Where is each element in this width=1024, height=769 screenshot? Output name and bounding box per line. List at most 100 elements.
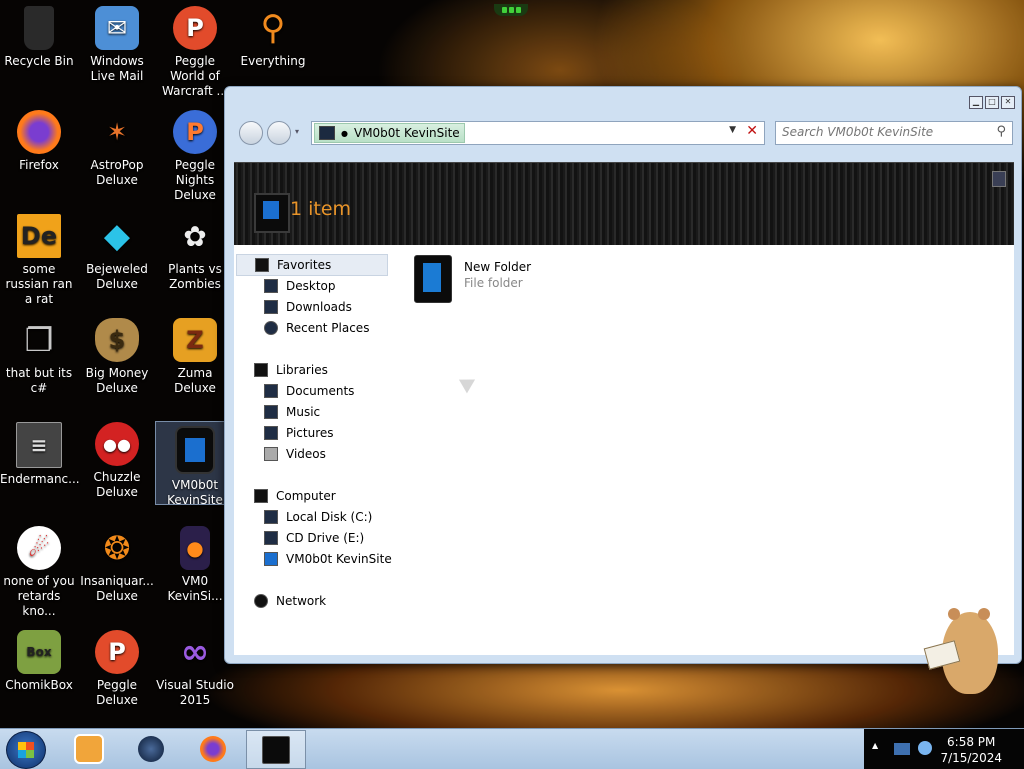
desktop-icon-big-money[interactable]: $ Big Money Deluxe <box>78 318 156 396</box>
nav-item-music[interactable]: Music <box>264 402 320 422</box>
desktop-icon-bejeweled[interactable]: ◆ Bejeweled Deluxe <box>78 214 156 292</box>
desktop-icon-peggle-wow[interactable]: P Peggle World of Warcraft ... <box>156 6 234 99</box>
breadcrumb-separator-icon: ● <box>341 128 348 138</box>
desktop-icon-peggle-deluxe[interactable]: P Peggle Deluxe <box>78 630 156 708</box>
desktop-icon-everything[interactable]: ⚲ Everything <box>234 6 312 69</box>
money-bag-icon: $ <box>95 318 139 362</box>
zuma-icon: Z <box>173 318 217 362</box>
libraries-icon <box>254 363 268 377</box>
address-dropdown-icon[interactable]: ▼ <box>729 125 736 135</box>
clock-date: 7/15/2024 <box>940 751 1002 765</box>
desktop-icon-label: Endermanc... <box>0 472 80 486</box>
desktop-icon-label: Plants vs Zombies <box>168 262 222 291</box>
breadcrumb-location: VM0b0t KevinSite <box>353 126 460 140</box>
nav-label: VM0b0t KevinSite <box>286 552 392 566</box>
close-button[interactable]: ✕ <box>1001 96 1015 109</box>
desktop-icon-label: Peggle World of Warcraft ... <box>162 54 228 98</box>
explorer-icon <box>262 735 290 764</box>
firefox-icon <box>17 110 61 154</box>
fish-icon: ❂ <box>103 528 131 567</box>
stop-icon[interactable]: ✕ <box>746 123 758 139</box>
nav-item-pictures[interactable]: Pictures <box>264 423 334 443</box>
show-hidden-icons-icon[interactable]: ▲ <box>872 741 878 750</box>
taskbar: ▲ 6:58 PM 7/15/2024 <box>0 728 1024 769</box>
desktop-icon-none-of-you[interactable]: ☄ none of you retards kno... <box>0 526 78 619</box>
desktop-icon-label: VM0b0t KevinSite <box>167 478 223 507</box>
taskbar-explorer[interactable] <box>246 730 306 769</box>
navigation-pane: Favorites Desktop Downloads Recent Place… <box>234 245 394 655</box>
start-button[interactable] <box>6 731 46 769</box>
desktop-icon-pvz[interactable]: ✿ Plants vs Zombies <box>156 214 234 292</box>
back-button[interactable] <box>239 121 263 145</box>
plant-icon: ✿ <box>183 219 207 253</box>
tablet-icon <box>319 126 335 140</box>
copy-icon: ❐ <box>24 320 54 359</box>
minimize-button[interactable]: ▁ <box>969 96 983 109</box>
desktop-icon-visual-studio[interactable]: ∞ Visual Studio 2015 <box>156 630 234 708</box>
nav-item-vm0b0t-kevinsite[interactable]: VM0b0t KevinSite <box>264 549 392 569</box>
nav-network[interactable]: Network <box>254 591 326 611</box>
taskbar-media-player[interactable] <box>60 730 118 767</box>
window-controls: ▁ □ ✕ <box>969 96 1015 109</box>
astropop-icon: ✶ <box>106 117 128 146</box>
mail-icon: ✉ <box>95 6 139 50</box>
nav-libraries[interactable]: Libraries <box>254 360 328 380</box>
desktop-icon-windows-live-mail[interactable]: ✉ Windows Live Mail <box>78 6 156 84</box>
nav-label: Network <box>276 594 327 608</box>
breadcrumb[interactable]: ● VM0b0t KevinSite <box>314 123 465 143</box>
desktop-icon-astropop[interactable]: ✶ AstroPop Deluxe <box>78 110 156 188</box>
nav-item-documents[interactable]: Documents <box>264 381 354 401</box>
network-tray-icon[interactable] <box>894 743 910 755</box>
desktop-icon-insaniquarium[interactable]: ❂ Insaniquar... Deluxe <box>78 526 156 604</box>
volume-tray-icon[interactable] <box>918 741 932 755</box>
nav-item-cd-drive[interactable]: CD Drive (E:) <box>264 528 364 548</box>
search-icon[interactable]: ⚲ <box>996 124 1006 139</box>
taskbar-globe[interactable] <box>122 730 180 767</box>
view-options-icon[interactable] <box>992 171 1006 187</box>
nav-computer[interactable]: Computer <box>254 486 336 506</box>
nav-item-desktop[interactable]: Desktop <box>264 276 336 296</box>
maximize-button[interactable]: □ <box>985 96 999 109</box>
desktop-icon-peggle-nights[interactable]: P Peggle Nights Deluxe <box>156 110 234 203</box>
desktop-icon-zuma[interactable]: Z Zuma Deluxe <box>156 318 234 396</box>
desktop-icon-chuzzle[interactable]: ●● Chuzzle Deluxe <box>78 422 156 500</box>
globe-icon <box>138 735 164 762</box>
clock[interactable]: 6:58 PM 7/15/2024 <box>940 734 1002 766</box>
nav-item-videos[interactable]: Videos <box>264 444 326 464</box>
file-item-new-folder[interactable]: New Folder File folder <box>414 255 531 303</box>
nav-item-recent-places[interactable]: Recent Places <box>264 318 369 338</box>
favorites-icon <box>255 258 269 272</box>
nav-item-downloads[interactable]: Downloads <box>264 297 352 317</box>
address-bar[interactable]: ● VM0b0t KevinSite ▼ ✕ <box>311 121 765 145</box>
taskbar-firefox[interactable] <box>184 730 242 767</box>
computer-icon <box>254 489 268 503</box>
desktop-icon-chomikbox[interactable]: Box ChomikBox <box>0 630 78 693</box>
forward-button[interactable] <box>267 121 291 145</box>
desktop-icon-russian-rat[interactable]: De some russian ran a rat <box>0 214 78 307</box>
nav-favorites[interactable]: Favorites <box>236 254 388 276</box>
desktop-icon-label: Big Money Deluxe <box>85 366 149 395</box>
desktop-icon-recycle-bin[interactable]: Recycle Bin <box>0 6 78 69</box>
magnifier-icon: ⚲ <box>260 7 286 48</box>
desktop-icon-firefox[interactable]: Firefox <box>0 110 78 173</box>
top-status-indicator <box>494 4 528 16</box>
desktop-icon-vm0b0t-kevinsite[interactable]: VM0b0t KevinSite <box>155 421 235 507</box>
item-count: 1 item <box>290 198 352 220</box>
desktop-icon-label: Chuzzle Deluxe <box>93 470 141 499</box>
explorer-window[interactable]: ▁ □ ✕ ▾ ● VM0b0t KevinSite ▼ ✕ ⚲ 1 item … <box>224 86 1022 664</box>
recent-pages-dropdown[interactable]: ▾ <box>295 127 299 136</box>
recent-places-icon <box>264 321 278 335</box>
nav-label: Desktop <box>286 279 336 293</box>
desktop-icon-endermanch[interactable]: ≡ Endermanc... <box>0 422 80 487</box>
document-icon: ≡ <box>16 422 62 468</box>
search-box[interactable]: ⚲ <box>775 121 1013 145</box>
nav-label: CD Drive (E:) <box>286 531 365 545</box>
music-icon <box>264 405 278 419</box>
folder-tablet-icon <box>414 255 452 303</box>
desktop-icon-that-but-csharp[interactable]: ❐ that but its c# <box>0 318 78 396</box>
downloads-icon <box>264 300 278 314</box>
nav-item-local-disk[interactable]: Local Disk (C:) <box>264 507 372 527</box>
desktop-icon-vm0-kevinsite-doc[interactable]: ● VM0 KevinSi... <box>156 526 234 604</box>
search-input[interactable] <box>776 122 988 142</box>
videos-icon <box>264 447 278 461</box>
